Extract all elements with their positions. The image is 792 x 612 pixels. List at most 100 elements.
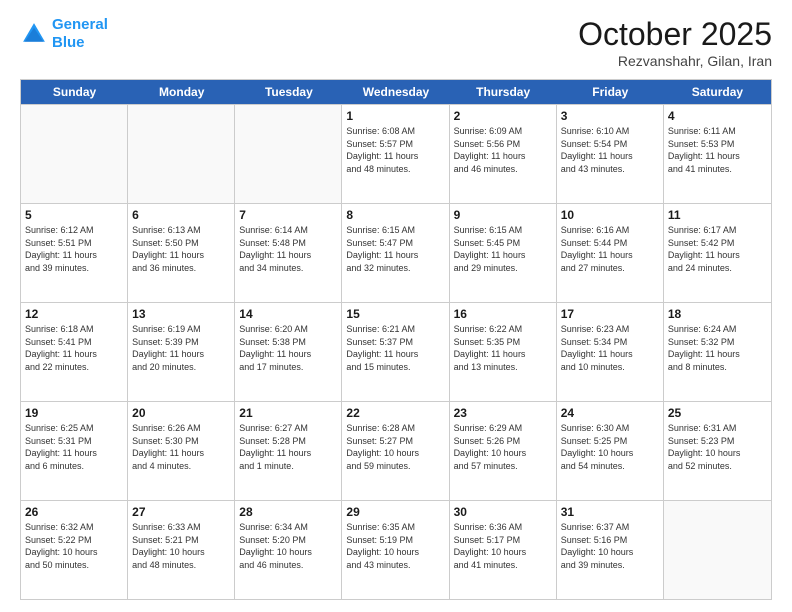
month-title: October 2025 xyxy=(578,16,772,53)
day-cell-empty-0-1 xyxy=(128,105,235,203)
weekday-header-sunday: Sunday xyxy=(21,80,128,104)
logo-line1: General xyxy=(52,16,108,33)
day-info: Sunrise: 6:35 AM Sunset: 5:19 PM Dayligh… xyxy=(346,521,444,571)
calendar-body: 1Sunrise: 6:08 AM Sunset: 5:57 PM Daylig… xyxy=(21,104,771,599)
calendar-row-3: 12Sunrise: 6:18 AM Sunset: 5:41 PM Dayli… xyxy=(21,302,771,401)
day-number: 1 xyxy=(346,108,444,124)
day-number: 2 xyxy=(454,108,552,124)
day-number: 3 xyxy=(561,108,659,124)
day-number: 14 xyxy=(239,306,337,322)
logo-text: General Blue xyxy=(52,16,108,52)
day-cell-23: 23Sunrise: 6:29 AM Sunset: 5:26 PM Dayli… xyxy=(450,402,557,500)
day-number: 26 xyxy=(25,504,123,520)
day-info: Sunrise: 6:20 AM Sunset: 5:38 PM Dayligh… xyxy=(239,323,337,373)
weekday-header-saturday: Saturday xyxy=(664,80,771,104)
day-cell-empty-0-2 xyxy=(235,105,342,203)
location-subtitle: Rezvanshahr, Gilan, Iran xyxy=(578,53,772,69)
day-number: 25 xyxy=(668,405,767,421)
day-number: 28 xyxy=(239,504,337,520)
day-info: Sunrise: 6:13 AM Sunset: 5:50 PM Dayligh… xyxy=(132,224,230,274)
day-cell-27: 27Sunrise: 6:33 AM Sunset: 5:21 PM Dayli… xyxy=(128,501,235,599)
weekday-header-friday: Friday xyxy=(557,80,664,104)
day-info: Sunrise: 6:24 AM Sunset: 5:32 PM Dayligh… xyxy=(668,323,767,373)
day-cell-12: 12Sunrise: 6:18 AM Sunset: 5:41 PM Dayli… xyxy=(21,303,128,401)
day-number: 23 xyxy=(454,405,552,421)
header: General Blue October 2025 Rezvanshahr, G… xyxy=(20,16,772,69)
day-cell-17: 17Sunrise: 6:23 AM Sunset: 5:34 PM Dayli… xyxy=(557,303,664,401)
calendar-row-4: 19Sunrise: 6:25 AM Sunset: 5:31 PM Dayli… xyxy=(21,401,771,500)
day-info: Sunrise: 6:21 AM Sunset: 5:37 PM Dayligh… xyxy=(346,323,444,373)
day-cell-4: 4Sunrise: 6:11 AM Sunset: 5:53 PM Daylig… xyxy=(664,105,771,203)
day-number: 9 xyxy=(454,207,552,223)
day-cell-10: 10Sunrise: 6:16 AM Sunset: 5:44 PM Dayli… xyxy=(557,204,664,302)
day-number: 10 xyxy=(561,207,659,223)
day-info: Sunrise: 6:15 AM Sunset: 5:45 PM Dayligh… xyxy=(454,224,552,274)
day-cell-21: 21Sunrise: 6:27 AM Sunset: 5:28 PM Dayli… xyxy=(235,402,342,500)
day-cell-1: 1Sunrise: 6:08 AM Sunset: 5:57 PM Daylig… xyxy=(342,105,449,203)
day-info: Sunrise: 6:19 AM Sunset: 5:39 PM Dayligh… xyxy=(132,323,230,373)
day-cell-18: 18Sunrise: 6:24 AM Sunset: 5:32 PM Dayli… xyxy=(664,303,771,401)
day-cell-11: 11Sunrise: 6:17 AM Sunset: 5:42 PM Dayli… xyxy=(664,204,771,302)
weekday-header-thursday: Thursday xyxy=(450,80,557,104)
day-cell-empty-0-0 xyxy=(21,105,128,203)
day-cell-19: 19Sunrise: 6:25 AM Sunset: 5:31 PM Dayli… xyxy=(21,402,128,500)
day-cell-22: 22Sunrise: 6:28 AM Sunset: 5:27 PM Dayli… xyxy=(342,402,449,500)
day-number: 7 xyxy=(239,207,337,223)
day-number: 19 xyxy=(25,405,123,421)
day-number: 8 xyxy=(346,207,444,223)
day-number: 12 xyxy=(25,306,123,322)
day-number: 20 xyxy=(132,405,230,421)
day-cell-26: 26Sunrise: 6:32 AM Sunset: 5:22 PM Dayli… xyxy=(21,501,128,599)
day-info: Sunrise: 6:29 AM Sunset: 5:26 PM Dayligh… xyxy=(454,422,552,472)
logo: General Blue xyxy=(20,16,108,52)
calendar-row-5: 26Sunrise: 6:32 AM Sunset: 5:22 PM Dayli… xyxy=(21,500,771,599)
day-info: Sunrise: 6:09 AM Sunset: 5:56 PM Dayligh… xyxy=(454,125,552,175)
day-cell-25: 25Sunrise: 6:31 AM Sunset: 5:23 PM Dayli… xyxy=(664,402,771,500)
day-info: Sunrise: 6:30 AM Sunset: 5:25 PM Dayligh… xyxy=(561,422,659,472)
weekday-header-wednesday: Wednesday xyxy=(342,80,449,104)
day-cell-3: 3Sunrise: 6:10 AM Sunset: 5:54 PM Daylig… xyxy=(557,105,664,203)
calendar-row-2: 5Sunrise: 6:12 AM Sunset: 5:51 PM Daylig… xyxy=(21,203,771,302)
day-cell-16: 16Sunrise: 6:22 AM Sunset: 5:35 PM Dayli… xyxy=(450,303,557,401)
weekday-header-tuesday: Tuesday xyxy=(235,80,342,104)
day-number: 6 xyxy=(132,207,230,223)
day-cell-empty-4-6 xyxy=(664,501,771,599)
day-number: 31 xyxy=(561,504,659,520)
title-block: October 2025 Rezvanshahr, Gilan, Iran xyxy=(578,16,772,69)
day-info: Sunrise: 6:16 AM Sunset: 5:44 PM Dayligh… xyxy=(561,224,659,274)
day-cell-6: 6Sunrise: 6:13 AM Sunset: 5:50 PM Daylig… xyxy=(128,204,235,302)
day-number: 29 xyxy=(346,504,444,520)
day-number: 15 xyxy=(346,306,444,322)
day-info: Sunrise: 6:26 AM Sunset: 5:30 PM Dayligh… xyxy=(132,422,230,472)
day-number: 30 xyxy=(454,504,552,520)
logo-icon xyxy=(20,20,48,48)
day-cell-5: 5Sunrise: 6:12 AM Sunset: 5:51 PM Daylig… xyxy=(21,204,128,302)
day-number: 13 xyxy=(132,306,230,322)
day-cell-28: 28Sunrise: 6:34 AM Sunset: 5:20 PM Dayli… xyxy=(235,501,342,599)
day-info: Sunrise: 6:18 AM Sunset: 5:41 PM Dayligh… xyxy=(25,323,123,373)
day-info: Sunrise: 6:25 AM Sunset: 5:31 PM Dayligh… xyxy=(25,422,123,472)
day-number: 21 xyxy=(239,405,337,421)
day-info: Sunrise: 6:33 AM Sunset: 5:21 PM Dayligh… xyxy=(132,521,230,571)
calendar: SundayMondayTuesdayWednesdayThursdayFrid… xyxy=(20,79,772,600)
day-cell-31: 31Sunrise: 6:37 AM Sunset: 5:16 PM Dayli… xyxy=(557,501,664,599)
day-cell-9: 9Sunrise: 6:15 AM Sunset: 5:45 PM Daylig… xyxy=(450,204,557,302)
day-cell-8: 8Sunrise: 6:15 AM Sunset: 5:47 PM Daylig… xyxy=(342,204,449,302)
day-info: Sunrise: 6:37 AM Sunset: 5:16 PM Dayligh… xyxy=(561,521,659,571)
weekday-header-monday: Monday xyxy=(128,80,235,104)
day-cell-7: 7Sunrise: 6:14 AM Sunset: 5:48 PM Daylig… xyxy=(235,204,342,302)
page: General Blue October 2025 Rezvanshahr, G… xyxy=(0,0,792,612)
day-cell-15: 15Sunrise: 6:21 AM Sunset: 5:37 PM Dayli… xyxy=(342,303,449,401)
day-info: Sunrise: 6:36 AM Sunset: 5:17 PM Dayligh… xyxy=(454,521,552,571)
calendar-row-1: 1Sunrise: 6:08 AM Sunset: 5:57 PM Daylig… xyxy=(21,104,771,203)
day-cell-13: 13Sunrise: 6:19 AM Sunset: 5:39 PM Dayli… xyxy=(128,303,235,401)
day-info: Sunrise: 6:14 AM Sunset: 5:48 PM Dayligh… xyxy=(239,224,337,274)
day-number: 11 xyxy=(668,207,767,223)
day-info: Sunrise: 6:17 AM Sunset: 5:42 PM Dayligh… xyxy=(668,224,767,274)
day-number: 4 xyxy=(668,108,767,124)
day-number: 17 xyxy=(561,306,659,322)
logo-line2: Blue xyxy=(52,34,85,51)
day-cell-20: 20Sunrise: 6:26 AM Sunset: 5:30 PM Dayli… xyxy=(128,402,235,500)
day-number: 24 xyxy=(561,405,659,421)
day-cell-2: 2Sunrise: 6:09 AM Sunset: 5:56 PM Daylig… xyxy=(450,105,557,203)
